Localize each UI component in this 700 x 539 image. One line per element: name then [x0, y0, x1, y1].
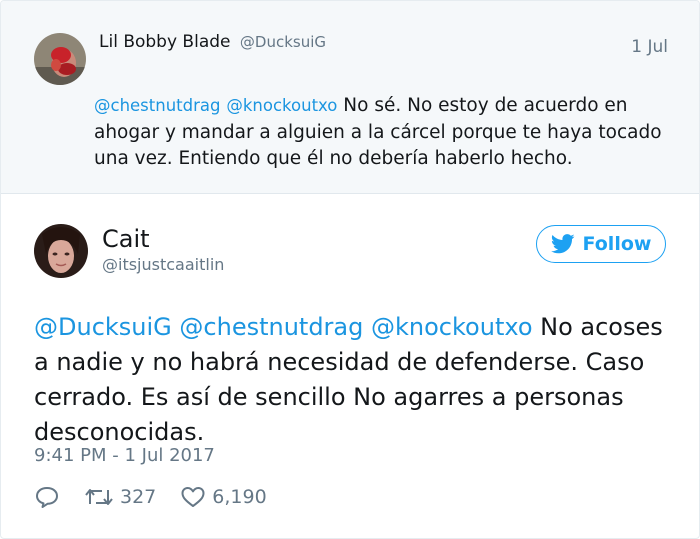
mention-chestnutdrag[interactable]: @chestnutdrag — [179, 313, 363, 341]
retweet-button[interactable]: 327 — [84, 485, 156, 509]
parent-date[interactable]: 1 Jul — [631, 37, 668, 57]
tweet-text: @DucksuiG @chestnutdrag @knockoutxo No a… — [34, 310, 674, 450]
tweet-embed: Lil Bobby Blade @DucksuiG 1 Jul @chestnu… — [0, 0, 700, 539]
parent-mention-chestnutdrag[interactable]: @chestnutdrag — [94, 96, 220, 115]
like-count: 6,190 — [212, 486, 267, 508]
author-avatar[interactable] — [34, 224, 88, 278]
retweet-icon — [85, 489, 113, 505]
like-button[interactable]: 6,190 — [180, 485, 267, 509]
reply-button[interactable] — [34, 485, 60, 509]
follow-button[interactable]: Follow — [536, 225, 666, 263]
mention-knockoutxo[interactable]: @knockoutxo — [371, 313, 532, 341]
parent-tweet-text: @chestnutdrag @knockoutxo No sé. No esto… — [94, 93, 684, 173]
parent-author-name[interactable]: Lil Bobby Blade @DucksuiG — [99, 32, 326, 52]
parent-handle[interactable]: @DucksuiG — [240, 33, 326, 51]
parent-display-name[interactable]: Lil Bobby Blade — [99, 32, 230, 52]
parent-mention-knockoutxo[interactable]: @knockoutxo — [226, 96, 337, 115]
follow-label: Follow — [582, 233, 652, 255]
reply-icon — [36, 487, 58, 508]
author-handle[interactable]: @itsjustcaaitlin — [102, 255, 224, 274]
twitter-bird-icon — [550, 234, 575, 254]
retweet-count: 327 — [120, 486, 157, 508]
author-name[interactable]: Cait — [102, 225, 150, 253]
tweet-actions: 327 6,190 — [34, 481, 291, 513]
parent-author-avatar[interactable] — [34, 33, 86, 85]
parent-tweet[interactable]: Lil Bobby Blade @DucksuiG 1 Jul @chestnu… — [1, 1, 699, 194]
tweet-timestamp[interactable]: 9:41 PM - 1 Jul 2017 — [34, 445, 215, 466]
mention-ducksuig[interactable]: @DucksuiG — [34, 313, 172, 341]
heart-icon — [181, 487, 205, 507]
